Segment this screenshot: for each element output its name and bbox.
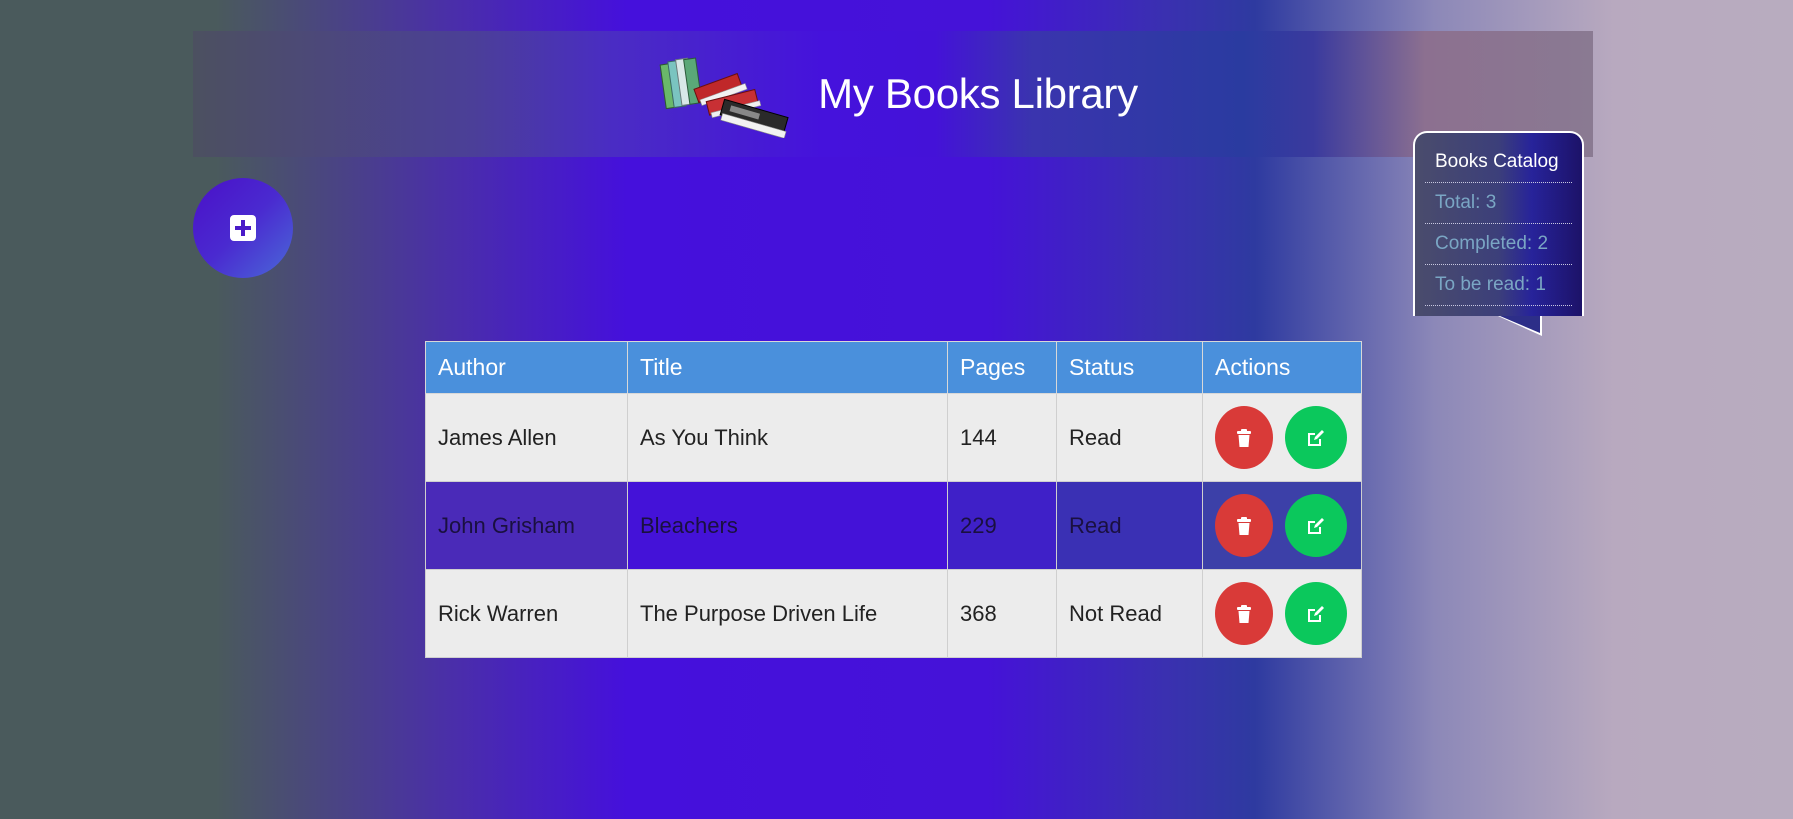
cell-author: Rick Warren: [425, 569, 628, 658]
books-catalog-panel: Books Catalog Total: 3 Completed: 2 To b…: [1413, 131, 1584, 316]
cell-actions: [1202, 481, 1362, 570]
catalog-to-be-read: To be read: 1: [1425, 265, 1572, 306]
edit-button[interactable]: [1285, 406, 1347, 469]
books-table: Author Title Pages Status Actions James …: [425, 341, 1362, 658]
table-row: Rick Warren The Purpose Driven Life 368 …: [425, 569, 1362, 658]
edit-button[interactable]: [1285, 582, 1347, 645]
catalog-total: Total: 3: [1425, 183, 1572, 224]
delete-button[interactable]: [1215, 582, 1273, 645]
table-row: James Allen As You Think 144 Read: [425, 393, 1362, 482]
cell-status: Read: [1056, 393, 1203, 482]
cell-pages: 144: [947, 393, 1057, 482]
column-header-status[interactable]: Status: [1056, 341, 1203, 394]
row-actions: [1215, 582, 1349, 645]
catalog-title: Books Catalog: [1425, 147, 1572, 183]
page-title: My Books Library: [818, 70, 1138, 117]
cell-pages: 368: [947, 569, 1057, 658]
delete-button[interactable]: [1215, 494, 1273, 557]
edit-icon: [1308, 605, 1324, 622]
cell-status: Read: [1056, 481, 1203, 570]
catalog-completed: Completed: 2: [1425, 224, 1572, 265]
edit-button[interactable]: [1285, 494, 1347, 557]
plus-square-icon: [230, 215, 256, 241]
cell-author: James Allen: [425, 393, 628, 482]
row-actions: [1215, 494, 1349, 557]
edit-icon: [1308, 517, 1324, 534]
trash-icon: [1237, 428, 1251, 447]
cell-author: John Grisham: [425, 481, 628, 570]
catalog-pointer-fill: [1500, 316, 1540, 333]
cell-title: Bleachers: [627, 481, 948, 570]
edit-icon: [1308, 429, 1324, 446]
column-header-title[interactable]: Title: [627, 341, 948, 394]
cell-status: Not Read: [1056, 569, 1203, 658]
column-header-actions: Actions: [1202, 341, 1362, 394]
cell-title: The Purpose Driven Life: [627, 569, 948, 658]
header-banner: My Books Library: [193, 31, 1593, 157]
cell-pages: 229: [947, 481, 1057, 570]
table-row: John Grisham Bleachers 229 Read: [425, 481, 1362, 570]
cell-title: As You Think: [627, 393, 948, 482]
trash-icon: [1237, 516, 1251, 535]
add-book-button[interactable]: [193, 178, 293, 278]
column-header-pages[interactable]: Pages: [947, 341, 1057, 394]
column-header-author[interactable]: Author: [425, 341, 628, 394]
row-actions: [1215, 406, 1349, 469]
table-header-row: Author Title Pages Status Actions: [425, 341, 1362, 394]
delete-button[interactable]: [1215, 406, 1273, 469]
cell-actions: [1202, 569, 1362, 658]
header-content: My Books Library: [658, 50, 1138, 139]
books-stack-icon: [658, 50, 796, 139]
trash-icon: [1237, 604, 1251, 623]
cell-actions: [1202, 393, 1362, 482]
